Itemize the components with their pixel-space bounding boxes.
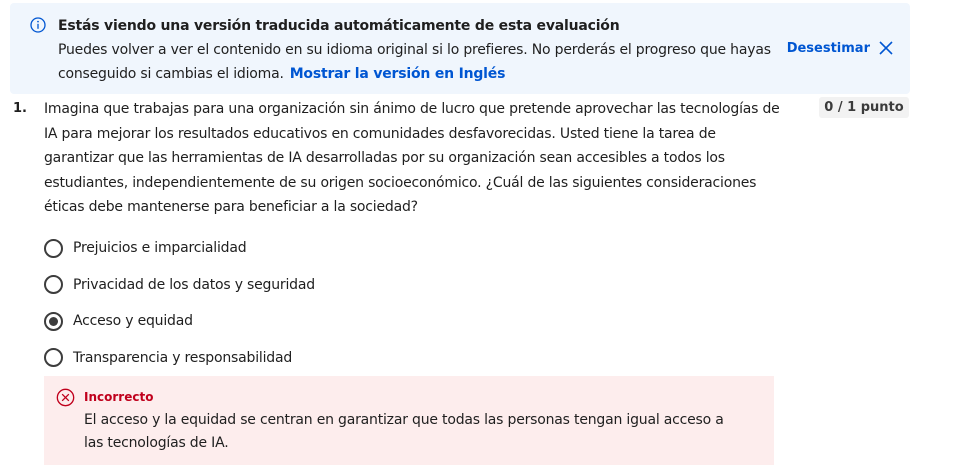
- option-access-equity[interactable]: Acceso y equidad: [44, 303, 315, 340]
- option-privacy-security[interactable]: Privacidad de los datos y seguridad: [44, 267, 315, 304]
- score-badge: 0 / 1 punto: [819, 97, 909, 118]
- dismiss-label: Desestimar: [786, 40, 870, 56]
- radio-button[interactable]: [44, 238, 63, 258]
- question-text: Imagina que trabajas para una organizaci…: [44, 101, 780, 215]
- close-icon: [879, 41, 893, 55]
- dismiss-button[interactable]: Desestimar: [787, 40, 894, 56]
- option-bias-fairness[interactable]: Prejuicios e imparcialidad: [44, 230, 315, 267]
- radio-button[interactable]: [44, 275, 63, 295]
- answer-options: Prejuicios e imparcialidad Privacidad de…: [44, 230, 315, 376]
- radio-button[interactable]: [44, 348, 63, 368]
- banner-title: Estás viendo una versión traducida autom…: [58, 18, 620, 34]
- info-icon: [30, 17, 46, 33]
- feedback-text: El acceso y la equidad se centran en gar…: [84, 412, 724, 451]
- feedback-box: Incorrecto El acceso y la equidad se cen…: [44, 376, 774, 465]
- option-label: Transparencia y responsabilidad: [73, 349, 293, 366]
- option-label: Privacidad de los datos y seguridad: [73, 276, 315, 293]
- option-transparency-accountability[interactable]: Transparencia y responsabilidad: [44, 340, 315, 377]
- question-number: 1.: [13, 101, 27, 116]
- translation-banner: Estás viendo una versión traducida autom…: [10, 3, 910, 94]
- error-circle-icon: [56, 388, 75, 407]
- feedback-status: Incorrecto: [84, 390, 154, 404]
- show-original-language-link[interactable]: Mostrar la versión en Inglés: [290, 66, 506, 82]
- banner-body: Puedes volver a ver el contenido en su i…: [58, 38, 778, 86]
- option-label: Acceso y equidad: [73, 313, 193, 330]
- radio-button-selected[interactable]: [44, 311, 63, 331]
- option-label: Prejuicios e imparcialidad: [73, 240, 247, 257]
